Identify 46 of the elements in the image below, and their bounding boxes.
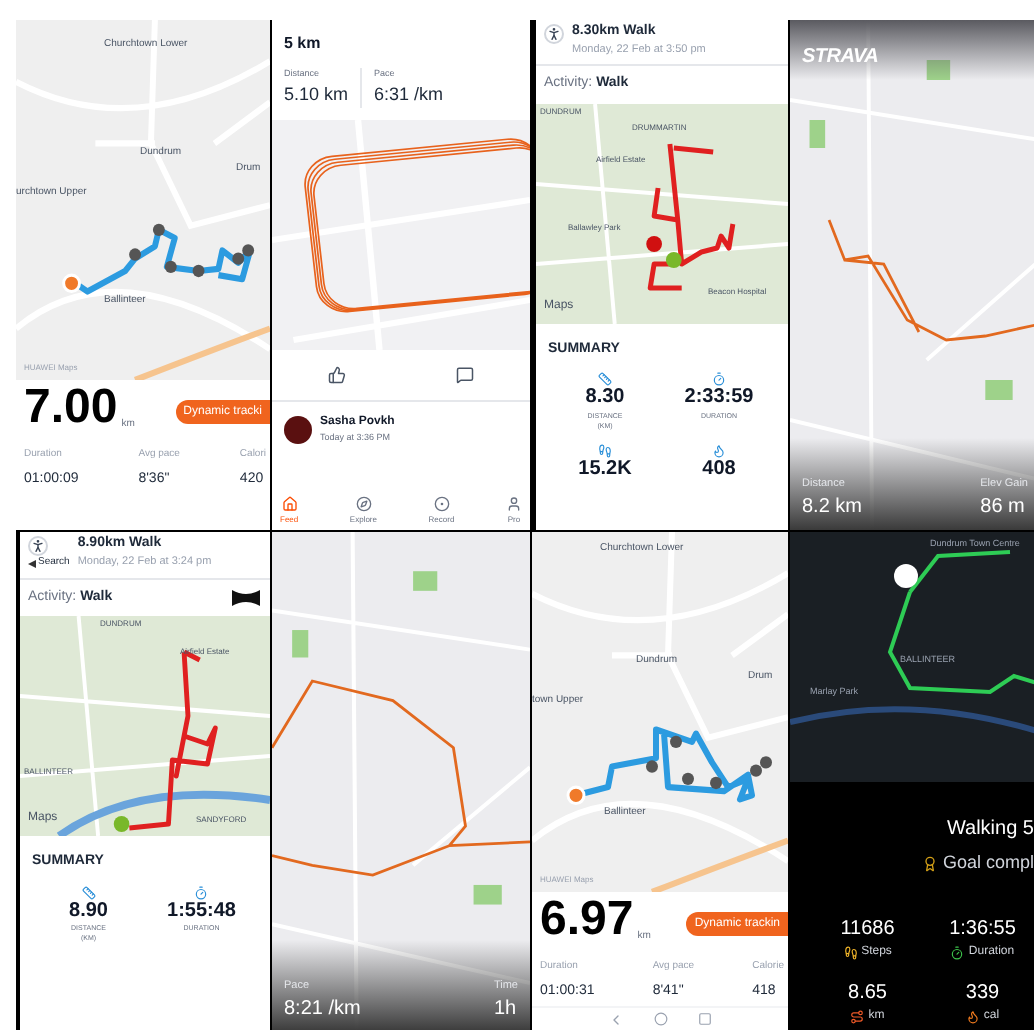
activity-title: 5 km [282, 32, 323, 56]
stat-value: 6:31 /km [374, 81, 444, 108]
km-icon [850, 1009, 865, 1023]
stat-value: 8.30 [585, 386, 625, 411]
stat-value: 11686 [840, 915, 895, 943]
walker-icon [28, 536, 48, 556]
back-arrow-icon [28, 559, 36, 568]
workout-title: Walking 5 [946, 816, 1034, 844]
stat-value: 339 [965, 979, 1000, 1007]
stat-value: 8.65 [848, 979, 887, 1007]
recents-icon[interactable] [698, 1012, 713, 1026]
stat-value: 2:33:59 [684, 386, 754, 411]
stat-value: 408 [702, 458, 736, 483]
stat-value: 5.10 km [284, 81, 349, 108]
calories-icon [712, 444, 726, 458]
profile-icon [505, 496, 522, 512]
medal-icon [922, 855, 939, 872]
comment-icon[interactable] [456, 366, 475, 385]
home-icon [281, 496, 298, 512]
stat-value: 86 m [980, 494, 1027, 522]
steps-icon [843, 945, 858, 959]
stat-value: 8:21 /km [284, 996, 361, 1024]
compass-icon [355, 496, 372, 512]
distance-icon [81, 885, 96, 899]
distance-icon [598, 372, 612, 386]
stat-value: 1h [493, 996, 518, 1024]
stat-value: 1:55:48 [167, 899, 236, 924]
duration-icon [194, 885, 209, 899]
stat-value: 8.2 km [802, 494, 863, 522]
like-icon[interactable] [327, 366, 346, 385]
duration-icon [950, 945, 965, 959]
duration-icon [712, 372, 726, 386]
avatar [284, 416, 312, 445]
stat-value: 15.2K [578, 458, 632, 483]
distance-value: 7.00 [24, 384, 118, 432]
walker-icon [544, 24, 564, 44]
logo-icon [230, 589, 262, 606]
cal-icon [965, 1009, 980, 1023]
steps-icon [598, 444, 612, 458]
strava-logo: STRAVA [802, 46, 879, 68]
stat-value: 1:36:55 [949, 915, 1016, 943]
goal-status: Goal compl [942, 850, 1034, 876]
home-icon[interactable] [653, 1012, 668, 1026]
stat-value: 8.90 [69, 899, 108, 924]
distance-value: 6.97 [540, 896, 634, 944]
record-icon [433, 496, 450, 512]
